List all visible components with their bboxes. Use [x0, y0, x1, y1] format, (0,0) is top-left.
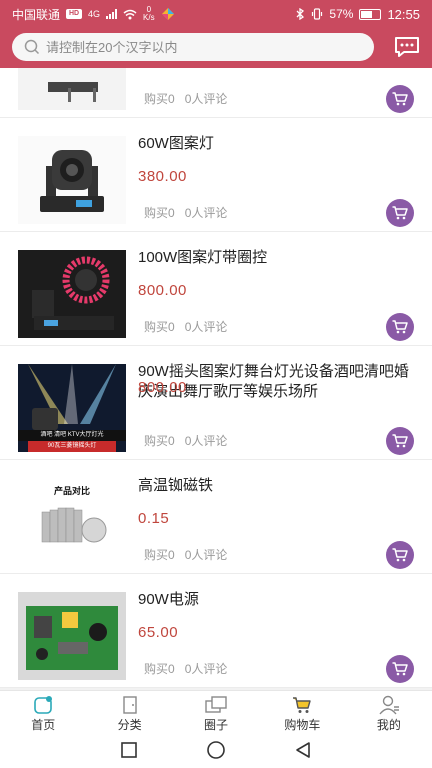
bluetooth-icon [296, 8, 305, 20]
category-icon [122, 696, 137, 714]
product-card[interactable]: 60W图案灯 380.00 购买0 0人评论 [0, 118, 432, 232]
network-speed: 0 K/s [143, 6, 155, 22]
cart-icon [392, 548, 408, 562]
product-title[interactable]: 100W图案灯带圈控 [138, 248, 418, 268]
product-stats: 购买0 0人评论 [144, 432, 237, 449]
clock: 12:55 [387, 6, 420, 22]
home-icon [34, 696, 53, 714]
product-thumbnail[interactable] [18, 68, 126, 110]
tab-profile[interactable]: 我的 [346, 691, 432, 732]
tab-label: 购物车 [284, 718, 321, 732]
circle-icon [205, 696, 227, 713]
product-price: 800.00 [138, 379, 187, 396]
battery-icon [359, 8, 382, 20]
product-stats: 购买0 0人评论 [144, 318, 237, 335]
comment-count: 0人评论 [184, 92, 228, 106]
tab-category[interactable]: 分类 [86, 691, 172, 732]
product-card[interactable]: 100W图案灯带圈控 800.00 购买0 0人评论 [0, 232, 432, 346]
product-title[interactable]: 60W图案灯 [138, 134, 418, 154]
app-notification-icon [161, 8, 174, 20]
purchase-count: 购买0 [144, 320, 175, 334]
product-thumbnail[interactable]: 酒吧 清吧 KTV大厅灯光 90瓦三菱镜摇头灯 [18, 364, 126, 452]
purchase-count: 购买0 [144, 206, 175, 220]
thumbnail-caption: 产品对比 [53, 486, 90, 496]
product-title[interactable]: 90W电源 [138, 590, 418, 610]
cart-icon [392, 92, 408, 106]
app-header: 中国联通 HD 4G 0 K/s 57% 12:55 [0, 0, 432, 68]
back-icon[interactable] [294, 741, 312, 759]
cart-icon [392, 434, 408, 448]
tab-label: 分类 [117, 718, 142, 732]
tab-home[interactable]: 首页 [0, 691, 86, 732]
wifi-icon [123, 9, 137, 19]
vibrate-icon [312, 8, 323, 20]
product-card[interactable]: 90W电源 65.00 购买0 0人评论 [0, 574, 432, 688]
carrier-label: 中国联通 [12, 7, 61, 22]
purchase-count: 购买0 [144, 662, 175, 676]
thumbnail-banner: 酒吧 清吧 KTV大厅灯光 [18, 430, 126, 441]
product-thumbnail[interactable]: 产品对比 [18, 478, 126, 566]
recent-apps-icon[interactable] [120, 741, 138, 759]
product-price: 0.15 [138, 510, 170, 527]
product-card[interactable]: 购买0 0人评论 [0, 68, 432, 118]
tab-label: 我的 [376, 718, 401, 732]
tab-label: 首页 [31, 718, 56, 732]
speed-unit: K/s [143, 13, 155, 22]
product-title[interactable]: 高温铷磁铁 [138, 476, 418, 496]
search-bar[interactable] [12, 33, 374, 61]
add-to-cart-button[interactable] [386, 199, 414, 227]
purchase-count: 购买0 [144, 434, 175, 448]
bottom-tab-bar: 首页 分类 圈子 购物车 我的 [0, 690, 432, 732]
add-to-cart-button[interactable] [386, 313, 414, 341]
thumbnail-tag: 90瓦三菱镜摇头灯 [28, 441, 116, 452]
search-icon [24, 39, 40, 55]
product-thumbnail[interactable] [18, 592, 126, 680]
add-to-cart-button[interactable] [386, 541, 414, 569]
product-stats: 购买0 0人评论 [144, 546, 237, 563]
add-to-cart-button[interactable] [386, 85, 414, 113]
user-icon [379, 695, 399, 715]
comment-count: 0人评论 [184, 206, 228, 220]
product-list[interactable]: 购买0 0人评论 60W图案灯 380.00 购买0 0人评论 100W图案灯带… [0, 68, 432, 690]
product-price: 800.00 [138, 282, 187, 299]
product-card[interactable]: 酒吧 清吧 KTV大厅灯光 90瓦三菱镜摇头灯 90W摇头图案灯舞台灯光设备酒吧… [0, 346, 432, 460]
cart-icon [392, 320, 408, 334]
cart-icon [293, 697, 312, 713]
status-bar: 中国联通 HD 4G 0 K/s 57% 12:55 [0, 0, 432, 28]
message-icon[interactable] [394, 36, 420, 58]
add-to-cart-button[interactable] [386, 427, 414, 455]
product-price: 380.00 [138, 168, 187, 185]
product-stats: 购买0 0人评论 [144, 90, 237, 107]
product-price: 65.00 [138, 624, 179, 641]
hd-badge: HD [66, 9, 83, 19]
product-thumbnail[interactable] [18, 250, 126, 338]
product-stats: 购买0 0人评论 [144, 660, 237, 677]
tab-circle[interactable]: 圈子 [173, 691, 259, 732]
comment-count: 0人评论 [184, 662, 228, 676]
battery-percent: 57% [329, 7, 354, 21]
product-thumbnail[interactable] [18, 136, 126, 224]
home-button-icon[interactable] [206, 740, 226, 760]
cart-icon [392, 206, 408, 220]
search-input[interactable] [46, 39, 362, 55]
signal-icon [106, 9, 118, 19]
product-card[interactable]: 产品对比 高温铷磁铁 0.15 购买0 0人评论 [0, 460, 432, 574]
system-nav-bar [0, 732, 432, 768]
purchase-count: 购买0 [144, 92, 175, 106]
tab-cart[interactable]: 购物车 [259, 691, 345, 732]
comment-count: 0人评论 [184, 548, 228, 562]
comment-count: 0人评论 [184, 434, 228, 448]
comment-count: 0人评论 [184, 320, 228, 334]
cart-icon [392, 662, 408, 676]
tab-label: 圈子 [204, 718, 229, 732]
network-type: 4G [88, 9, 101, 19]
product-stats: 购买0 0人评论 [144, 204, 237, 221]
add-to-cart-button[interactable] [386, 655, 414, 683]
purchase-count: 购买0 [144, 548, 175, 562]
